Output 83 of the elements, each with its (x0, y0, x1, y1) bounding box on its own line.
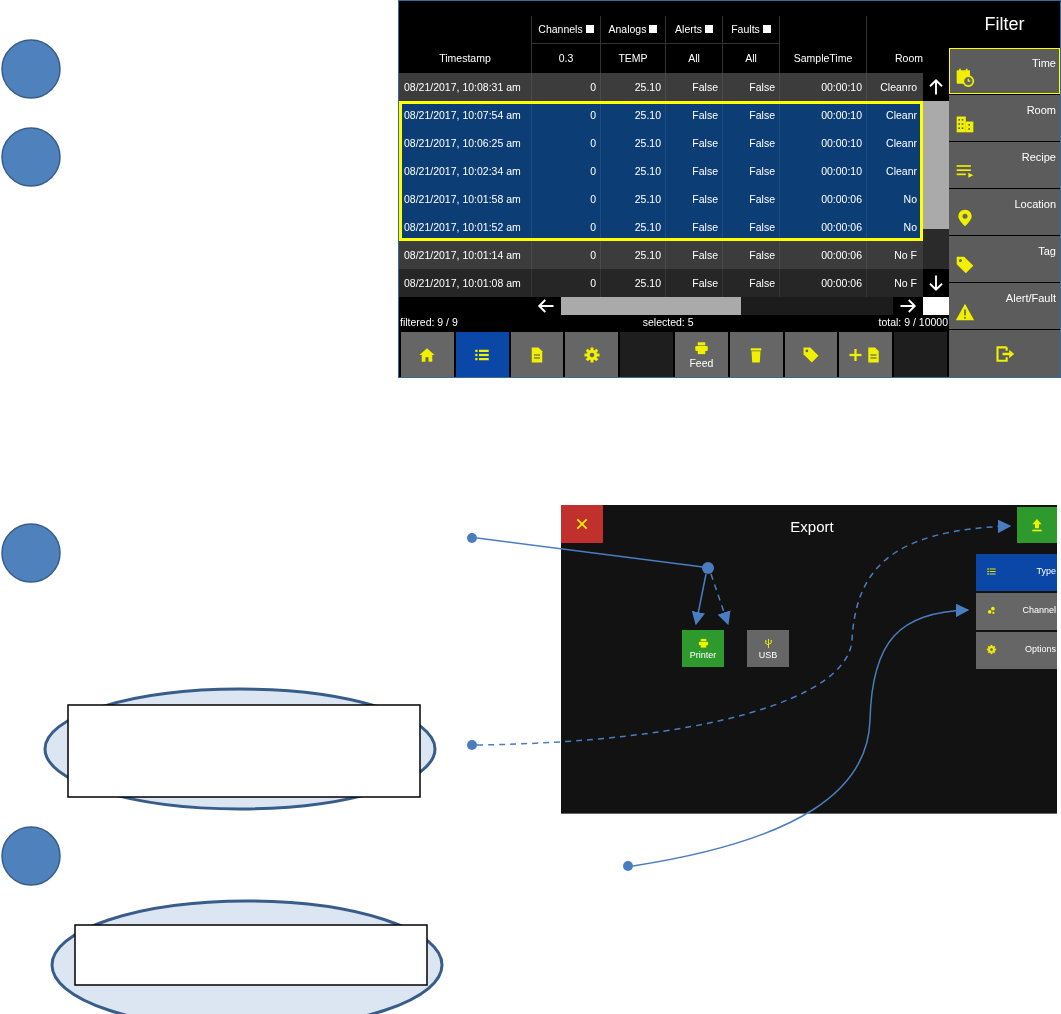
table-cell: 0 (531, 100, 600, 129)
table-cell: 00:00:06 (779, 184, 866, 213)
destination-button[interactable]: Printer (682, 630, 724, 667)
panel-title: Filter (983, 12, 1026, 36)
table-cell: False (722, 72, 779, 101)
table-cell: False (722, 268, 779, 297)
table-cell: 25.10 (600, 184, 665, 213)
filtered-count: filtered: 9 / 9 (400, 316, 458, 329)
table-cell: 0 (531, 184, 600, 213)
filter-button[interactable]: Alert/Fault (949, 283, 1060, 329)
table-cell: False (665, 100, 722, 129)
table-cell: 25.10 (600, 240, 665, 269)
table-cell: 25.10 (600, 212, 665, 241)
table-cell: False (722, 184, 779, 213)
tab[interactable]: Type (976, 554, 1057, 591)
table-cell-text: 08/21/2017, 10:08:31 am (403, 79, 522, 95)
tab[interactable]: Channel (976, 593, 1057, 630)
table-cell: 00:00:10 (779, 100, 866, 129)
table-cell: 00:00:06 (779, 268, 866, 297)
table-cell-text: 08/21/2017, 10:06:25 am (403, 135, 522, 151)
table-cell: 00:00:10 (779, 128, 866, 157)
table-cell: 0 (531, 212, 600, 241)
table-cell: False (665, 212, 722, 241)
column-header: SampleTime (779, 43, 866, 73)
column-header[interactable]: TEMP (600, 43, 665, 73)
column-filter-button[interactable]: Alerts (675, 23, 713, 36)
table-cell: False (665, 72, 722, 101)
table-cell: 25.10 (600, 156, 665, 185)
table-cell: 25.10 (600, 72, 665, 101)
feed-button[interactable]: Feed (675, 332, 728, 377)
table-cell-text: 08/21/2017, 10:01:58 am (403, 191, 522, 207)
table-row[interactable]: 08/21/2017, 10:08:31 am 0 25.10 False False 00:00:10 Cleanro (399, 72, 923, 101)
filter-button[interactable]: Room (949, 95, 1060, 141)
table-cell: False (722, 100, 779, 129)
column-header[interactable]: All (665, 43, 722, 73)
table-row[interactable]: 08/21/2017, 10:02:34 am 0 25.10 False False 00:00:10 Cleanr (399, 156, 923, 185)
table-cell-text: 08/21/2017, 10:07:54 am (403, 107, 522, 123)
table-cell: False (665, 184, 722, 213)
table-cell-text: 08/21/2017, 10:02:34 am (403, 163, 522, 179)
table-cell-text: 08/21/2017, 10:01:14 am (403, 247, 522, 263)
table-cell: False (665, 156, 722, 185)
table-row[interactable]: 08/21/2017, 10:01:52 am 0 25.10 False False 00:00:06 No (399, 212, 923, 241)
column-header[interactable]: 0.3 (531, 43, 600, 73)
table-cell: 0 (531, 268, 600, 297)
table-row[interactable]: 08/21/2017, 10:01:08 am 0 25.10 False False 00:00:06 No F (399, 268, 923, 297)
table-cell: False (665, 128, 722, 157)
table-cell: False (722, 128, 779, 157)
table-cell: 0 (531, 240, 600, 269)
table-cell: 0 (531, 128, 600, 157)
table-cell: 00:00:06 (779, 240, 866, 269)
table-cell: 25.10 (600, 268, 665, 297)
table-cell-text: 08/21/2017, 10:01:08 am (403, 275, 522, 291)
filter-button[interactable]: Recipe (949, 142, 1060, 188)
column-header[interactable]: All (722, 43, 779, 73)
table-row[interactable]: 08/21/2017, 10:01:14 am 0 25.10 False False 00:00:06 No F (399, 240, 923, 269)
table-cell: 00:00:10 (779, 72, 866, 101)
filter-button[interactable]: Location (949, 189, 1060, 235)
table-cell: False (722, 212, 779, 241)
destination-button[interactable]: USB (747, 630, 789, 667)
table-cell: 25.10 (600, 100, 665, 129)
table-cell: 0 (531, 72, 600, 101)
table-cell: 25.10 (600, 128, 665, 157)
table-row[interactable]: 08/21/2017, 10:07:54 am 0 25.10 False False 00:00:10 Cleanr (399, 100, 923, 129)
filter-button[interactable]: Tag (949, 236, 1060, 282)
table-cell: 00:00:06 (779, 212, 866, 241)
table-cell: False (722, 240, 779, 269)
column-header: Timestamp (438, 51, 492, 67)
table-cell: False (665, 268, 722, 297)
table-cell: False (722, 156, 779, 185)
table-row[interactable]: 08/21/2017, 10:06:25 am 0 25.10 False False 00:00:10 Cleanr (399, 128, 923, 157)
screen-title: Export (789, 517, 835, 535)
column-filter-button[interactable]: Faults (731, 23, 771, 36)
column-filter-button[interactable]: Analogs (608, 23, 658, 36)
filter-button[interactable]: Time (949, 48, 1060, 94)
total-count: total: 9 / 10000 (878, 316, 948, 329)
selected-count: selected: 5 (642, 316, 694, 329)
table-cell-text: 08/21/2017, 10:01:52 am (403, 219, 522, 235)
tab[interactable]: Options (976, 632, 1057, 669)
table-cell: False (665, 240, 722, 269)
column-filter-button[interactable]: Channels (538, 23, 594, 36)
table-row[interactable]: 08/21/2017, 10:01:58 am 0 25.10 False False 00:00:06 No (399, 184, 923, 213)
table-cell: 0 (531, 156, 600, 185)
table-cell: 00:00:10 (779, 156, 866, 185)
